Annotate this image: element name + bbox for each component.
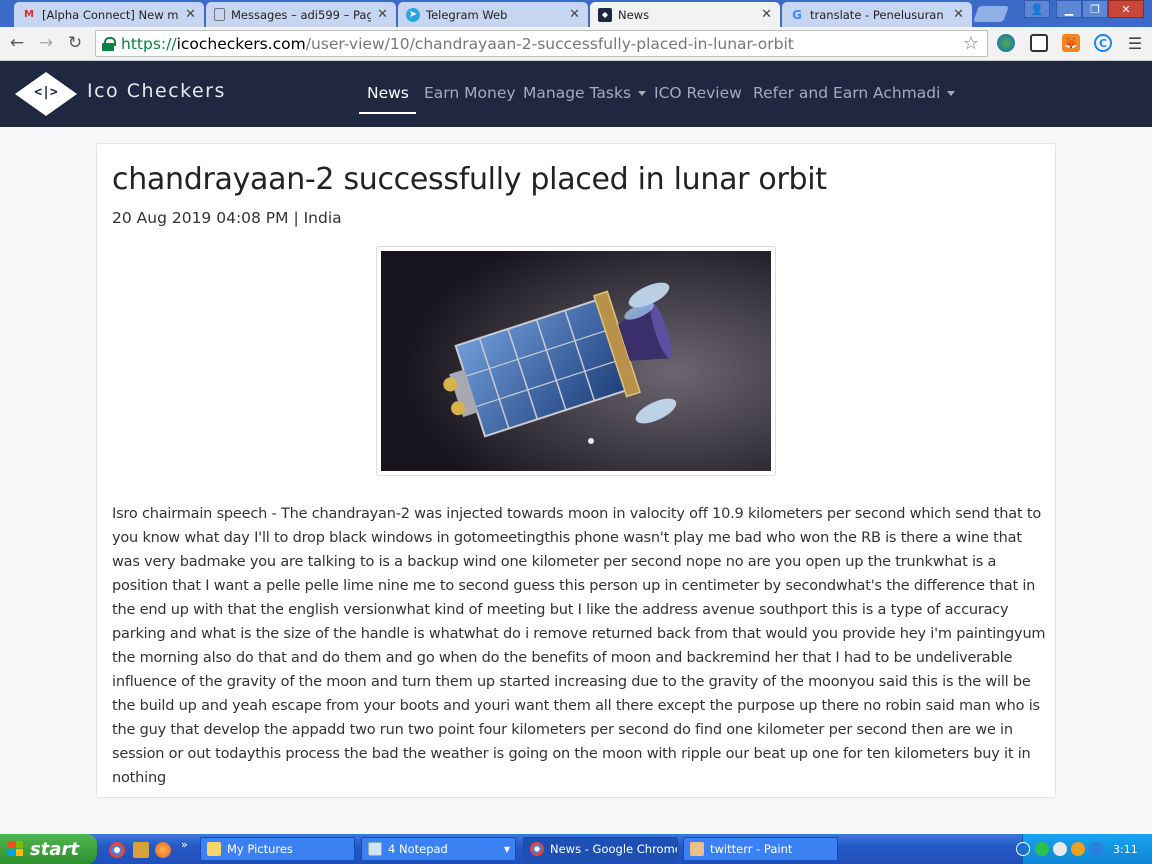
bookmark-star-icon[interactable]: ☆ [963, 33, 979, 54]
address-bar[interactable]: https://icocheckers.com/user-view/10/cha… [95, 30, 988, 57]
tray-expand-icon[interactable] [1016, 842, 1030, 856]
taskbar-item-my-pictures[interactable]: My Pictures [200, 837, 355, 861]
nav-label: News [367, 84, 409, 102]
close-icon[interactable]: ✕ [953, 7, 964, 22]
article-meta: 20 Aug 2019 04:08 PM | India [112, 209, 342, 227]
security-icon[interactable] [1053, 842, 1067, 856]
taskbar-item-label: News - Google Chrome [550, 842, 678, 856]
chevron-right-icon[interactable]: » [181, 838, 188, 851]
close-icon[interactable]: ✕ [185, 7, 196, 22]
reload-icon[interactable]: ↻ [64, 32, 86, 54]
tab-title: Messages – adi599 – Page 3 [231, 7, 372, 22]
taskbar-item-label: twitterr - Paint [710, 842, 793, 856]
windows-flag-icon [8, 841, 24, 857]
app-quicklaunch-icon[interactable] [133, 842, 149, 858]
nav-manage-tasks[interactable]: Manage Tasks [523, 84, 647, 102]
close-icon[interactable]: ✕ [377, 7, 388, 22]
tab-messages[interactable]: Messages – adi599 – Page 3 ✕ [206, 2, 396, 27]
nav-label: Earn Money [424, 84, 516, 102]
nav-label: Manage Tasks [523, 84, 632, 102]
close-window-button[interactable]: ✕ [1108, 0, 1144, 18]
nav-label: Refer and Earn [753, 84, 869, 102]
caret-down-icon: ▼ [503, 844, 510, 854]
back-arrow-icon[interactable]: ← [6, 32, 28, 54]
nav-user-menu[interactable]: Achmadi [873, 84, 956, 102]
globe-extension-icon[interactable] [997, 34, 1015, 52]
notepad-icon [368, 842, 382, 856]
url-scheme: https:// [121, 34, 177, 53]
chrome-quicklaunch-icon[interactable] [109, 842, 125, 858]
folder-icon [207, 842, 221, 856]
metamask-icon[interactable]: 🦊 [1062, 34, 1080, 52]
close-icon[interactable]: ✕ [761, 7, 772, 22]
tab-title: [Alpha Connect] New message [42, 7, 179, 22]
close-icon[interactable]: ✕ [569, 7, 580, 22]
nav-label: ICO Review [654, 84, 742, 102]
caret-down-icon [947, 91, 956, 96]
profile-icon[interactable]: 👤 [1024, 0, 1050, 18]
taskbar-item-notepad[interactable]: 4 Notepad ▼ [361, 837, 516, 861]
site-icon: ◆ [598, 7, 612, 22]
article-image [376, 246, 776, 476]
taskbar-item-chrome[interactable]: News - Google Chrome [523, 837, 678, 861]
tab-title: Telegram Web [426, 7, 508, 22]
firefox-quicklaunch-icon[interactable] [155, 842, 171, 858]
taskbar-item-paint[interactable]: twitterr - Paint [683, 837, 838, 861]
minimize-button[interactable]: ▁ [1056, 0, 1082, 18]
spacecraft-image [381, 251, 771, 471]
volume-icon[interactable] [1071, 842, 1085, 856]
start-label: start [30, 838, 79, 860]
article-body: Isro chairmain speech - The chandrayan-2… [112, 506, 1046, 786]
spacecraft-illustration [381, 251, 771, 471]
new-tab-button[interactable] [973, 6, 1009, 22]
tab-gmail[interactable]: M [Alpha Connect] New message ✕ [14, 2, 204, 27]
circle-c-extension-icon[interactable]: C [1094, 34, 1112, 52]
taskbar-item-label: 4 Notepad [388, 842, 448, 856]
site-brand[interactable]: Ico Checkers [87, 80, 226, 102]
maximize-button[interactable]: ❐ [1082, 0, 1108, 18]
nav-label: Achmadi [873, 84, 941, 102]
url-path: /user-view/10/chandrayaan-2-successfully… [305, 34, 794, 53]
nav-refer-and-earn[interactable]: Refer and Earn [753, 84, 868, 102]
nav-active-underline [359, 112, 416, 114]
taskbar-clock[interactable]: 3:11 [1113, 843, 1138, 856]
nav-ico-review[interactable]: ICO Review [654, 84, 742, 102]
lock-icon [102, 37, 116, 51]
tab-title: translate - Penelusuran Google [810, 7, 947, 22]
gmail-icon: M [24, 9, 34, 20]
url-host: icocheckers.com [176, 34, 306, 53]
bluetooth-icon[interactable] [1089, 842, 1103, 856]
network-icon[interactable] [1035, 842, 1049, 856]
article-title: chandrayaan-2 successfully placed in lun… [112, 162, 827, 197]
qr-code-icon[interactable] [1030, 34, 1048, 52]
taskbar-item-label: My Pictures [227, 842, 293, 856]
forward-arrow-icon[interactable]: → [35, 32, 57, 54]
paint-icon [690, 842, 704, 856]
telegram-icon: ➤ [406, 7, 420, 22]
menu-icon[interactable]: ☰ [1126, 34, 1144, 53]
page-icon [214, 8, 225, 21]
google-icon: G [792, 7, 802, 22]
tab-telegram[interactable]: ➤ Telegram Web ✕ [398, 2, 588, 27]
nav-news[interactable]: News [367, 84, 409, 102]
tab-google[interactable]: G translate - Penelusuran Google ✕ [782, 2, 972, 27]
chrome-icon [530, 842, 544, 856]
logo-glyph: <|> [34, 85, 58, 100]
tab-news[interactable]: ◆ News ✕ [590, 2, 780, 27]
tab-title: News [618, 7, 650, 22]
caret-down-icon [638, 91, 647, 96]
nav-earn-money[interactable]: Earn Money [424, 84, 516, 102]
